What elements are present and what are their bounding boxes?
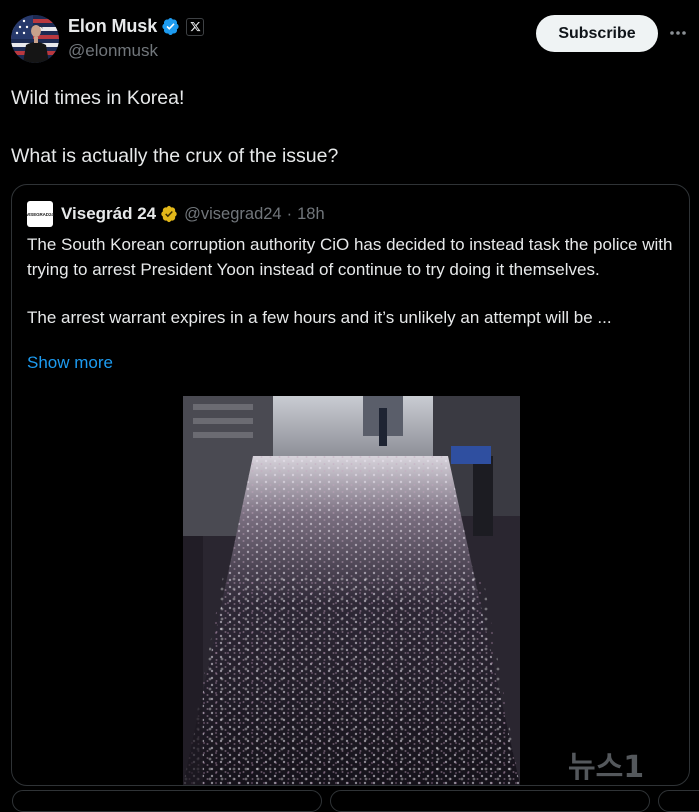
more-options-icon[interactable]: [667, 23, 689, 43]
author-avatar[interactable]: [11, 15, 59, 63]
quoted-post-header: VISEGRAD24 Visegrád 24 @visegrad24 · 18h: [26, 201, 325, 227]
quoted-video[interactable]: [183, 396, 520, 785]
watermark-text: 뉴스1: [568, 750, 644, 785]
quoted-post[interactable]: VISEGRAD24 Visegrád 24 @visegrad24 · 18h…: [11, 184, 690, 786]
quoted-timestamp[interactable]: 18h: [297, 205, 325, 224]
quoted-paragraph: The South Korean corruption authority Ci…: [27, 235, 673, 279]
bottom-actions-row: [0, 790, 699, 812]
subscribe-button[interactable]: Subscribe: [536, 15, 658, 52]
bottom-card[interactable]: [330, 790, 650, 812]
verified-badge-icon[interactable]: [161, 17, 180, 36]
show-more-link[interactable]: Show more: [27, 353, 113, 373]
author-name-row: Elon Musk: [68, 16, 205, 37]
quoted-avatar-text: VISEGRAD24: [26, 211, 54, 217]
author-handle[interactable]: @elonmusk: [68, 41, 158, 61]
bottom-card[interactable]: [12, 790, 322, 812]
post-line: What is actually the crux of the issue?: [11, 145, 339, 167]
quoted-author-name[interactable]: Visegrád 24: [61, 204, 156, 224]
bottom-card[interactable]: [658, 790, 699, 812]
post-line: Wild times in Korea!: [11, 87, 185, 109]
gold-verified-badge-icon[interactable]: [160, 205, 178, 223]
author-display-name[interactable]: Elon Musk: [68, 16, 157, 37]
quoted-separator: ·: [286, 204, 293, 223]
x-logo-icon: [186, 17, 205, 36]
quoted-author-avatar[interactable]: VISEGRAD24: [26, 201, 54, 227]
post-header: Elon Musk @elonmusk Subscribe: [10, 13, 690, 69]
post-text: Wild times in Korea! What is actually th…: [11, 84, 338, 171]
news1-watermark: 뉴스1: [568, 739, 690, 789]
quoted-author-handle[interactable]: @visegrad24: [184, 205, 281, 224]
quoted-post-text: The South Korean corruption authority Ci…: [27, 233, 677, 331]
quoted-paragraph: The arrest warrant expires in a few hour…: [27, 308, 612, 327]
